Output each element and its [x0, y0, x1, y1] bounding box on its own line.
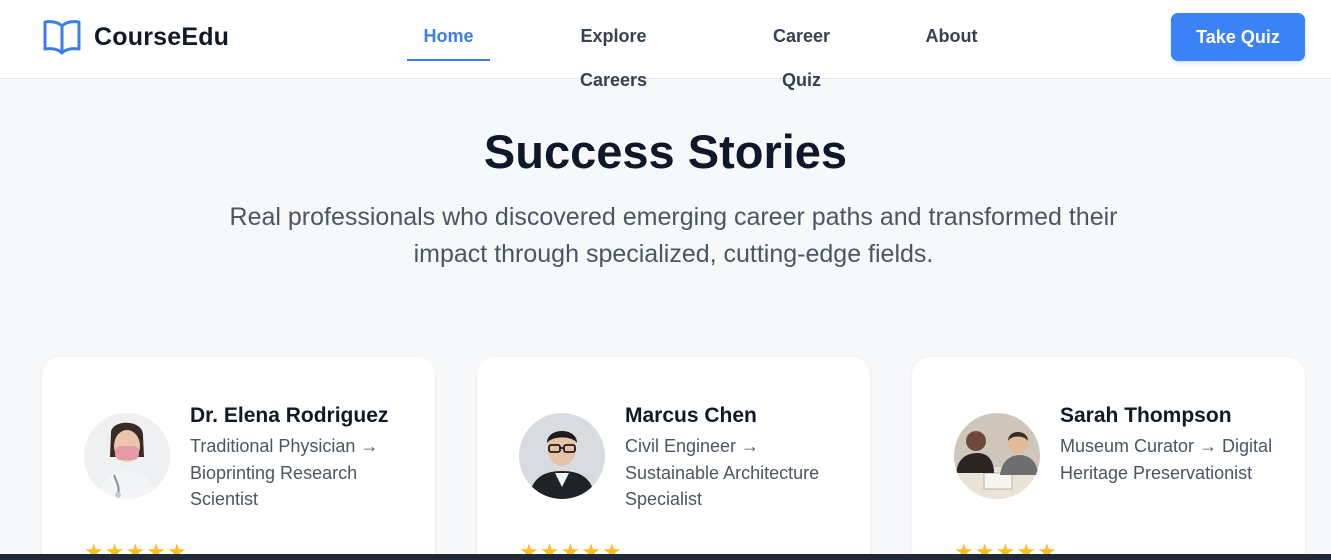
page-title: Success Stories: [483, 125, 848, 178]
story-name: Sarah Thompson: [1060, 404, 1232, 427]
bottom-edge-bar: [0, 554, 1331, 560]
story-role: Traditional Physician → Bioprinting Rese…: [190, 436, 379, 509]
take-quiz-button[interactable]: Take Quiz: [1171, 13, 1305, 61]
story-name: Dr. Elena Rodriguez: [190, 404, 389, 427]
avatar: [519, 413, 605, 499]
main-nav: Home Explore Careers Career Quiz About: [407, 14, 978, 90]
page-subtitle: Real professionals who discovered emergi…: [229, 203, 1118, 268]
story-role: Civil Engineer → Sustainable Architectur…: [625, 436, 820, 509]
brand-logo[interactable]: CourseEdu: [42, 18, 229, 56]
nav-career-quiz[interactable]: Career Quiz: [752, 14, 851, 90]
story-role: Museum Curator → Digital Heritage Preser…: [1060, 436, 1273, 483]
brand-name: CourseEdu: [94, 22, 230, 51]
story-name: Marcus Chen: [625, 404, 757, 427]
avatar: [954, 413, 1040, 499]
story-card: Marcus Chen Civil Engineer → Sustainable…: [477, 357, 870, 560]
story-card: Sarah Thompson Museum Curator → Digital …: [912, 357, 1305, 560]
story-card: Dr. Elena Rodriguez Traditional Physicia…: [42, 357, 435, 560]
nav-about[interactable]: About: [925, 14, 978, 61]
top-navbar: CourseEdu Home Explore Careers Career Qu…: [0, 0, 1331, 90]
nav-home[interactable]: Home: [407, 14, 490, 61]
open-book-icon: [43, 20, 81, 55]
nav-explore-careers[interactable]: Explore Careers: [548, 14, 679, 90]
avatar: [84, 413, 170, 499]
